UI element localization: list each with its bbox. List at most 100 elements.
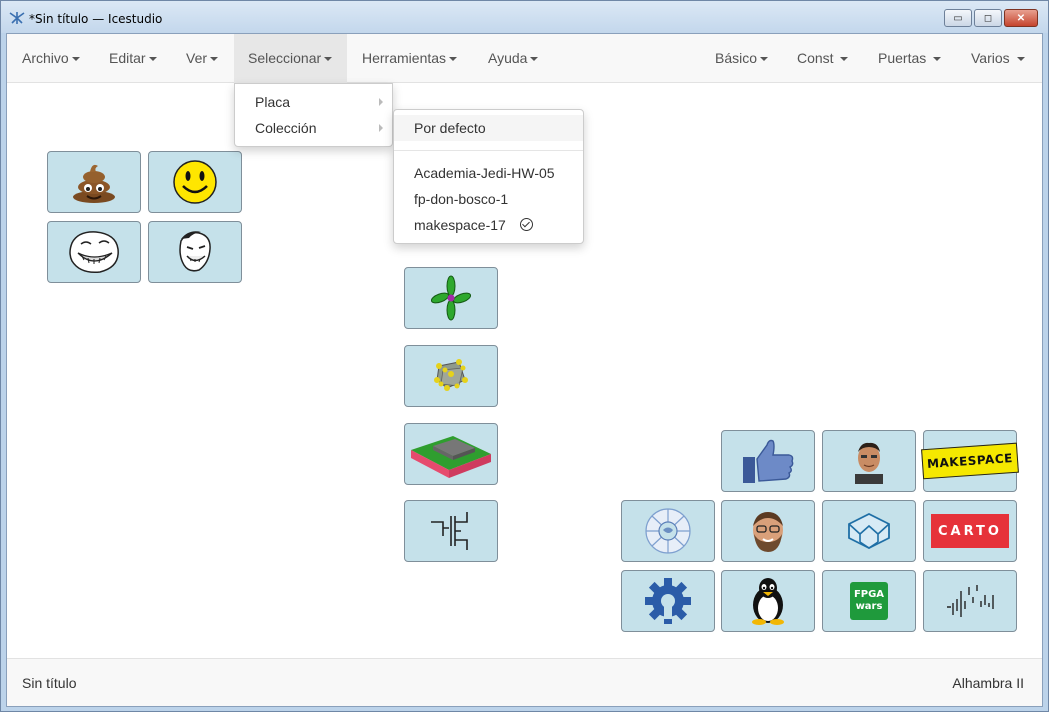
menu-item-coleccion[interactable]: Colección <box>235 115 392 141</box>
tile-poop-emoji[interactable] <box>47 151 141 213</box>
chevron-right-icon <box>379 124 383 132</box>
fpga-wars-logo-bottom: wars <box>855 601 883 612</box>
gear-logo-icon <box>645 578 691 624</box>
tux-penguin-icon <box>752 578 784 625</box>
thumbs-up-icon <box>743 439 794 483</box>
bearded-portrait-icon <box>753 512 783 552</box>
menu-item-makespace-17[interactable]: makespace-17 <box>394 212 583 238</box>
tile-tux-penguin[interactable] <box>721 570 815 632</box>
menu-puertas[interactable]: Puertas <box>864 34 957 83</box>
menu-archivo[interactable]: Archivo <box>7 34 94 83</box>
waveform-icon <box>947 585 994 617</box>
tile-circuit-symbol[interactable] <box>404 500 498 562</box>
tile-geometric-shape[interactable] <box>822 500 916 562</box>
poop-emoji-icon <box>73 164 115 203</box>
menu-varios[interactable]: Varios <box>957 34 1042 83</box>
menu-divider <box>394 150 583 151</box>
caret-down-icon <box>1016 57 1025 62</box>
menu-item-por-defecto[interactable]: Por defecto <box>394 115 583 141</box>
menu-item-coleccion-label: Colección <box>255 120 317 136</box>
tile-yao-ming-meme[interactable] <box>148 221 242 283</box>
tile-molecule[interactable] <box>404 345 498 407</box>
clover-logo-icon <box>431 275 471 321</box>
menu-ayuda-label: Ayuda <box>488 50 528 66</box>
title-bar[interactable]: *Sin título — Icestudio ▭ ◻ ✕ <box>1 1 1048 33</box>
check-circle-icon <box>519 218 533 231</box>
molecule-icon <box>434 359 468 391</box>
circuit-symbol-icon <box>431 512 468 550</box>
caret-down-icon <box>449 57 458 62</box>
minimize-button[interactable]: ▭ <box>944 9 972 27</box>
window-controls: ▭ ◻ ✕ <box>944 9 1038 27</box>
maximize-icon: ◻ <box>983 12 993 24</box>
close-button[interactable]: ✕ <box>1004 9 1038 27</box>
minimize-icon: ▭ <box>953 12 963 24</box>
menu-item-placa[interactable]: Placa <box>235 89 392 115</box>
menu-seleccionar[interactable]: Seleccionar <box>234 34 347 83</box>
makespace-logo-text: MAKESPACE <box>926 451 1014 471</box>
app-client-area: Archivo Editar Ver Seleccionar Herramien… <box>6 33 1043 707</box>
menu-item-placa-label: Placa <box>255 94 291 110</box>
menu-item-academia-jedi-hw-05[interactable]: Academia-Jedi-HW-05 <box>394 160 583 186</box>
tile-gear-logo[interactable] <box>621 570 715 632</box>
menu-herramientas-label: Herramientas <box>362 50 447 66</box>
menu-herramientas[interactable]: Herramientas <box>347 34 473 83</box>
pcb-board-icon <box>411 436 491 478</box>
menu-item-makespace-17-label: makespace-17 <box>414 217 506 233</box>
menu-basico[interactable]: Básico <box>701 34 783 83</box>
menu-puertas-label: Puertas <box>878 50 927 66</box>
seleccionar-dropdown: Placa Colección <box>234 83 393 147</box>
yao-ming-face-icon <box>179 231 211 272</box>
caret-down-icon <box>760 57 769 62</box>
maximize-button[interactable]: ◻ <box>974 9 1002 27</box>
status-bar: Sin título Alhambra II <box>7 658 1042 706</box>
window-title: *Sin título — Icestudio <box>29 12 163 26</box>
tile-pcb-board[interactable] <box>404 423 498 485</box>
trollface-icon <box>69 231 119 274</box>
tile-trollface[interactable] <box>47 221 141 283</box>
tile-bearded-portrait[interactable] <box>721 500 815 562</box>
tile-makespace-logo[interactable]: MAKESPACE <box>921 430 1019 492</box>
menu-varios-label: Varios <box>971 50 1010 66</box>
caret-down-icon <box>71 57 80 62</box>
menu-item-fp-don-bosco-1[interactable]: fp-don-bosco-1 <box>394 186 583 212</box>
close-icon: ✕ <box>1016 12 1026 24</box>
menu-editar[interactable]: Editar <box>94 34 171 83</box>
menu-item-fp-don-bosco-1-label: fp-don-bosco-1 <box>414 191 509 207</box>
tile-puzzle-circle[interactable] <box>621 500 715 562</box>
caret-down-icon <box>530 57 539 62</box>
menu-archivo-label: Archivo <box>22 50 69 66</box>
menu-item-por-defecto-label: Por defecto <box>414 120 486 136</box>
tile-fpga-wars-logo[interactable]: FPGA wars <box>822 570 916 632</box>
smiley-face-icon <box>173 160 217 204</box>
caret-down-icon <box>933 57 942 62</box>
menu-ver[interactable]: Ver <box>171 34 234 83</box>
menu-seleccionar-label: Seleccionar <box>248 50 322 66</box>
carto-logo-text: CARTO <box>938 523 1002 539</box>
menu-basico-label: Básico <box>715 50 758 66</box>
menu-editar-label: Editar <box>109 50 146 66</box>
makespace-logo: MAKESPACE <box>921 442 1019 480</box>
coleccion-submenu: Por defecto Academia-Jedi-HW-05 fp-don-b… <box>393 109 584 244</box>
tile-clover-logo[interactable] <box>404 267 498 329</box>
app-window: *Sin título — Icestudio ▭ ◻ ✕ Archivo Ed… <box>0 0 1049 712</box>
tile-smiley-face[interactable] <box>148 151 242 213</box>
tile-person-portrait[interactable] <box>822 430 916 492</box>
menu-ayuda[interactable]: Ayuda <box>473 34 553 83</box>
board-name[interactable]: Alhambra II <box>952 675 1024 691</box>
tile-waveform[interactable] <box>923 570 1017 632</box>
caret-down-icon <box>324 57 333 62</box>
geometric-shape-icon <box>848 512 890 550</box>
tile-carto-logo[interactable]: CARTO <box>923 500 1017 562</box>
caret-down-icon <box>840 57 849 62</box>
person-portrait-icon <box>855 442 883 484</box>
caret-down-icon <box>210 57 219 62</box>
menu-const[interactable]: Const <box>783 34 864 83</box>
tile-thumbs-up[interactable] <box>721 430 815 492</box>
menu-item-academia-jedi-hw-05-label: Academia-Jedi-HW-05 <box>414 165 555 181</box>
menu-const-label: Const <box>797 50 834 66</box>
carto-logo: CARTO <box>931 514 1009 548</box>
puzzle-circle-icon <box>645 508 691 554</box>
icestudio-logo-icon <box>9 12 25 24</box>
menu-ver-label: Ver <box>186 50 208 66</box>
